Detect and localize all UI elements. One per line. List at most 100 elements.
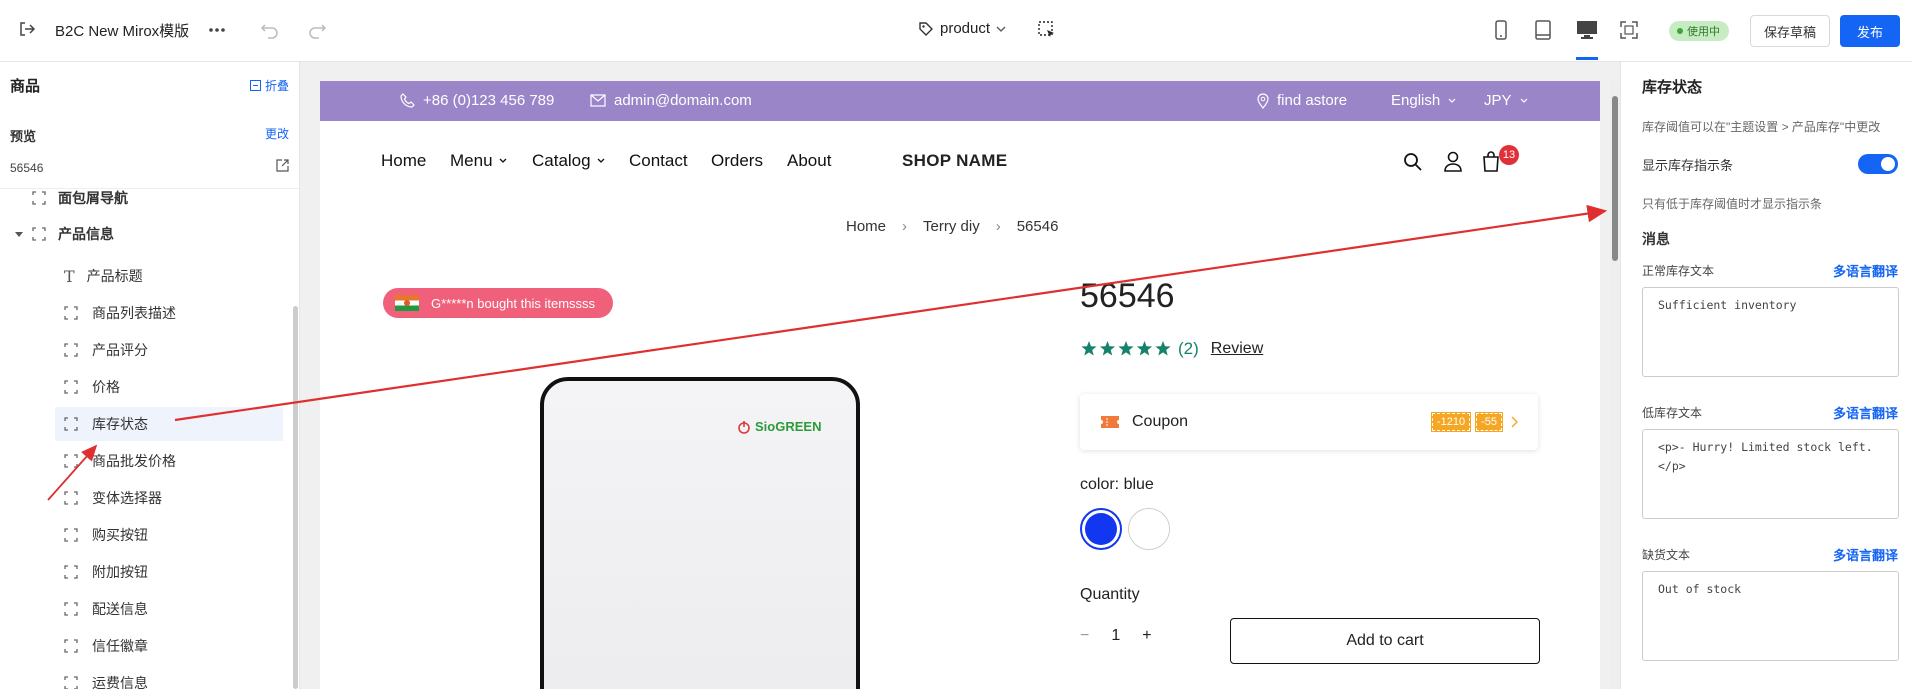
color-label-name: color: bbox=[1080, 476, 1120, 493]
phone-contact[interactable]: +86 (0)123 456 789 bbox=[400, 92, 554, 109]
messages-section-title: 消息 bbox=[1642, 231, 1670, 247]
collapse-button[interactable]: 折叠 bbox=[249, 77, 289, 94]
sidebar-item-shipping-info[interactable]: 运费信息 bbox=[0, 666, 283, 689]
nav-home[interactable]: Home bbox=[381, 151, 426, 171]
translate-link[interactable]: 多语言翻译 bbox=[1833, 545, 1898, 564]
sidebar-item-breadcrumb[interactable]: 面包屑导航 bbox=[0, 181, 283, 215]
swatch-blue-fill bbox=[1085, 513, 1117, 545]
nav-contact[interactable]: Contact bbox=[629, 151, 688, 171]
out-of-stock-textarea[interactable]: Out of stock bbox=[1642, 571, 1899, 661]
coupon-bar[interactable]: Coupon -1210 -55 bbox=[1080, 394, 1538, 450]
nav-menu[interactable]: Menu bbox=[450, 151, 507, 171]
template-selector[interactable]: product bbox=[918, 20, 1006, 37]
sidebar-item-label: 产品标题 bbox=[86, 268, 143, 284]
swatch-white[interactable] bbox=[1128, 508, 1170, 550]
sidebar-item-rating[interactable]: 产品评分 bbox=[0, 333, 283, 367]
add-to-cart-button[interactable]: Add to cart bbox=[1230, 618, 1540, 664]
translate-link[interactable]: 多语言翻译 bbox=[1833, 403, 1898, 422]
sidebar-item-buy-button[interactable]: 购买按钮 bbox=[0, 518, 283, 552]
sidebar-item-variant-picker[interactable]: 变体选择器 bbox=[0, 481, 283, 515]
sidebar-item-product-title[interactable]: T 产品标题 bbox=[0, 259, 283, 293]
product-image[interactable]: SioGREEN bbox=[540, 377, 860, 689]
nav-about[interactable]: About bbox=[787, 151, 831, 171]
email-text: admin@domain.com bbox=[614, 92, 752, 109]
preview-canvas: +86 (0)123 456 789 admin@domain.com find… bbox=[300, 62, 1620, 689]
publish-button[interactable]: 发布 bbox=[1840, 15, 1900, 47]
sidebar-item-trust-badges[interactable]: 信任徽章 bbox=[0, 629, 283, 663]
external-link-icon[interactable] bbox=[276, 159, 289, 172]
star-icon bbox=[1099, 341, 1116, 356]
find-store-link[interactable]: find astore bbox=[1257, 92, 1347, 109]
qty-plus-button[interactable]: + bbox=[1142, 627, 1151, 645]
normal-stock-label: 正常库存文本 bbox=[1642, 264, 1715, 278]
breadcrumb-current: 56546 bbox=[1016, 218, 1059, 235]
redo-icon[interactable] bbox=[307, 21, 327, 39]
change-preview-link[interactable]: 更改 bbox=[265, 125, 289, 142]
review-link[interactable]: Review bbox=[1211, 340, 1263, 358]
frame-icon bbox=[64, 380, 78, 394]
settings-panel: 库存状态 库存阈值可以在"主题设置 > 产品库存"中更改 显示库存指示条 只有低… bbox=[1620, 62, 1912, 689]
save-draft-button[interactable]: 保存草稿 bbox=[1750, 15, 1830, 47]
location-pin-icon bbox=[1257, 92, 1269, 109]
sidebar-item-extra-button[interactable]: 附加按钮 bbox=[0, 555, 283, 589]
language-text: English bbox=[1391, 92, 1441, 109]
breadcrumb-collection[interactable]: Terry diy bbox=[923, 218, 980, 235]
app-title: B2C New Mirox模版 bbox=[55, 23, 190, 40]
sidebar-item-label: 价格 bbox=[92, 379, 120, 395]
sidebar-item-product-info[interactable]: 产品信息 bbox=[0, 217, 283, 251]
tablet-view-icon[interactable] bbox=[1534, 20, 1552, 40]
sections-scrollbar[interactable] bbox=[293, 306, 298, 689]
account-icon[interactable] bbox=[1443, 151, 1463, 172]
coupon-tag: -55 bbox=[1475, 412, 1503, 432]
frame-icon bbox=[64, 565, 78, 579]
more-icon[interactable] bbox=[208, 24, 226, 36]
sidebar-item-delivery-info[interactable]: 配送信息 bbox=[0, 592, 283, 626]
announcement-bar: +86 (0)123 456 789 admin@domain.com find… bbox=[320, 81, 1600, 121]
email-contact[interactable]: admin@domain.com bbox=[590, 92, 752, 109]
shop-name[interactable]: SHOP NAME bbox=[902, 151, 1007, 171]
sidebar-item-price[interactable]: 价格 bbox=[0, 370, 283, 404]
qty-value[interactable]: 1 bbox=[1111, 627, 1120, 645]
canvas-scrollbar-thumb[interactable] bbox=[1612, 96, 1618, 261]
nav-orders[interactable]: Orders bbox=[711, 151, 763, 171]
normal-stock-textarea[interactable]: Sufficient inventory bbox=[1642, 287, 1899, 377]
sidebar-item-label: 附加按钮 bbox=[92, 564, 148, 580]
indicator-hint: 只有低于库存阈值时才显示指示条 bbox=[1642, 197, 1823, 211]
rating-count: (2) bbox=[1178, 339, 1199, 358]
currency-selector[interactable]: JPY bbox=[1484, 92, 1528, 109]
low-stock-textarea[interactable]: <p>- Hurry! Limited stock left.</p> bbox=[1642, 429, 1899, 519]
frame-icon bbox=[64, 417, 78, 431]
sidebar-item-label: 商品列表描述 bbox=[92, 305, 176, 321]
sidebar-item-inventory-status[interactable]: 库存状态 bbox=[55, 407, 283, 441]
desktop-view-icon[interactable] bbox=[1576, 20, 1598, 40]
search-icon[interactable] bbox=[1403, 152, 1423, 172]
mobile-view-icon[interactable] bbox=[1493, 20, 1509, 40]
active-view-indicator bbox=[1576, 57, 1598, 60]
select-element-icon[interactable] bbox=[1037, 20, 1057, 40]
caret-down-icon bbox=[14, 229, 24, 239]
breadcrumb-home[interactable]: Home bbox=[846, 218, 886, 235]
fullscreen-icon[interactable] bbox=[1619, 20, 1639, 40]
sidebar-item-wholesale-price[interactable]: 商品批发价格 bbox=[0, 444, 283, 478]
canvas-scrollbar[interactable] bbox=[1610, 81, 1620, 689]
language-selector[interactable]: English bbox=[1391, 92, 1456, 109]
product-rating[interactable]: (2) Review bbox=[1080, 339, 1263, 359]
sidebar-item-list-description[interactable]: 商品列表描述 bbox=[0, 296, 283, 330]
frame-icon bbox=[32, 191, 46, 205]
sidebar-item-label: 产品信息 bbox=[58, 226, 114, 242]
currency-text: JPY bbox=[1484, 92, 1512, 109]
translate-link[interactable]: 多语言翻译 bbox=[1833, 261, 1898, 280]
undo-icon[interactable] bbox=[260, 21, 280, 39]
cart-icon[interactable] bbox=[1481, 150, 1501, 172]
breadcrumb-separator: › bbox=[995, 218, 1001, 235]
swatch-blue[interactable] bbox=[1080, 508, 1122, 550]
exit-icon[interactable] bbox=[18, 20, 36, 38]
template-selector-label: product bbox=[940, 20, 991, 37]
qty-minus-button[interactable]: − bbox=[1080, 627, 1089, 645]
nav-catalog[interactable]: Catalog bbox=[532, 151, 605, 171]
sidebar-item-label: 面包屑导航 bbox=[58, 190, 128, 206]
phone-text: +86 (0)123 456 789 bbox=[423, 92, 555, 109]
show-indicator-toggle[interactable] bbox=[1858, 154, 1898, 174]
star-icon bbox=[1081, 341, 1097, 356]
social-proof-popup[interactable]: G*****n bought this itemssss bbox=[383, 288, 613, 318]
